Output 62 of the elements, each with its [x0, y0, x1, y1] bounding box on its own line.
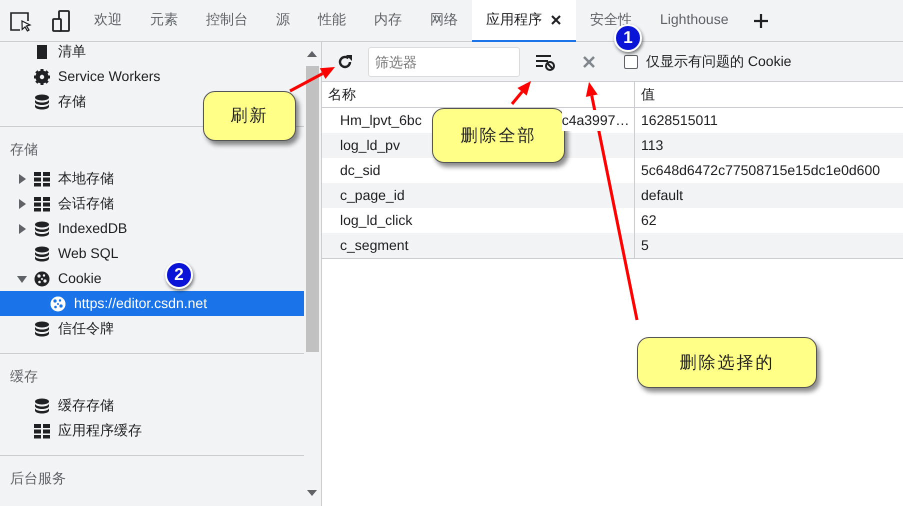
tab[interactable]: 网络 — [416, 0, 472, 42]
checkbox[interactable] — [624, 54, 638, 68]
scroll-down-icon[interactable] — [307, 490, 317, 496]
table-cell-text: log_ld_click — [339, 211, 414, 230]
table-cell: c_page_id — [322, 183, 634, 208]
table-cell: 5 — [634, 233, 903, 258]
clear-all-icon — [535, 52, 555, 70]
refresh-icon — [337, 54, 353, 70]
sidebar-item[interactable]: Cookie — [0, 266, 102, 291]
grid-icon — [34, 196, 50, 212]
annotation-arrow — [510, 81, 531, 105]
settings-icon — [34, 68, 50, 84]
sidebar-item[interactable]: IndexedDB — [0, 216, 128, 241]
database-icon — [34, 220, 50, 236]
callout: 删除选择的 — [637, 337, 817, 388]
scrollbar-thumb[interactable] — [306, 66, 319, 352]
callout: 刷新 — [203, 91, 296, 141]
grid-icon — [34, 170, 50, 186]
database-icon — [34, 398, 50, 414]
tab[interactable]: 控制台 — [192, 0, 262, 42]
table-cell-text: Hm_lpvt_6bc — [340, 111, 422, 130]
file-icon — [34, 44, 50, 60]
table-cell: c_segment — [322, 233, 634, 258]
tab[interactable]: 应用程序 — [472, 0, 576, 42]
cookie-icon — [50, 296, 66, 312]
sidebar-item[interactable]: 清单 — [0, 42, 86, 64]
table-cell: 113 — [634, 133, 903, 158]
checkbox-label: 仅显示有问题的 Cookie — [646, 52, 792, 71]
tab[interactable]: 内存 — [360, 0, 416, 42]
tab[interactable]: 源 — [262, 0, 304, 42]
filter-field[interactable]: 筛选器 — [368, 46, 520, 76]
sidebar-item[interactable]: Service Workers — [0, 64, 160, 89]
expand-arrow-icon[interactable] — [16, 172, 28, 184]
close-icon[interactable] — [550, 14, 562, 26]
expand-arrow-icon[interactable] — [16, 222, 28, 234]
sidebar-item[interactable]: 缓存存储 — [0, 393, 114, 418]
tab[interactable]: 元素 — [136, 0, 192, 42]
sidebar-item[interactable]: 本地存储 — [0, 166, 114, 191]
column-header[interactable]: 值 — [634, 82, 903, 108]
table-cell: default — [634, 183, 903, 208]
tab[interactable]: 性能 — [304, 0, 360, 42]
sidebar-item[interactable]: 应用程序缓存 — [0, 418, 142, 443]
sidebar-item[interactable]: Web SQL — [0, 241, 118, 266]
expand-arrow-icon[interactable] — [16, 198, 28, 210]
grid-icon — [34, 422, 50, 438]
sidebar-item[interactable]: 存储 — [0, 89, 86, 114]
sidebar-item[interactable]: 信任令牌 — [0, 316, 114, 341]
table-cell-text: dc_sid — [339, 161, 382, 180]
sidebar-item[interactable]: 会话存储 — [0, 191, 114, 216]
tab[interactable]: 欢迎 — [80, 0, 136, 42]
tab[interactable]: Lighthouse — [646, 0, 743, 42]
section-heading: 缓存 — [9, 366, 39, 386]
database-icon — [34, 94, 50, 110]
database-icon — [34, 320, 50, 336]
section-heading: 后台服务 — [9, 468, 67, 488]
section-heading: 存储 — [9, 140, 39, 158]
database-icon — [34, 246, 50, 262]
sidebar-item[interactable]: https://editor.csdn.net — [0, 291, 304, 316]
close-icon — [582, 54, 596, 68]
scroll-up-icon[interactable] — [307, 51, 317, 57]
add-tab-icon[interactable] — [752, 12, 769, 28]
cookie-icon — [34, 270, 50, 286]
